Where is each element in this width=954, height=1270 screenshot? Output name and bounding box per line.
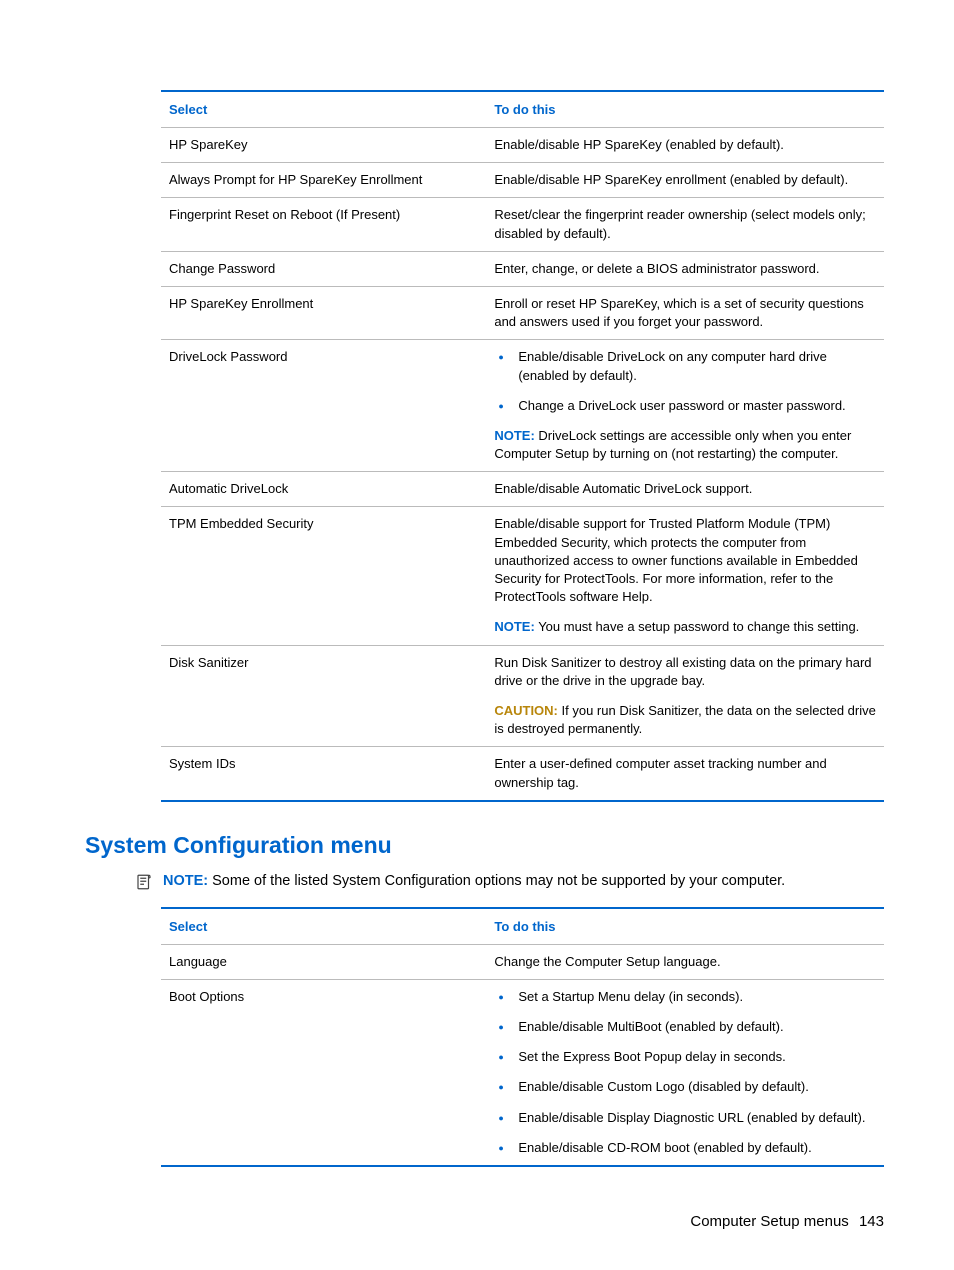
note-label: NOTE: <box>494 428 534 443</box>
cell-action: Enable/disable HP SpareKey enrollment (e… <box>486 163 884 198</box>
note-icon <box>135 873 153 891</box>
table-row: Automatic DriveLock Enable/disable Autom… <box>161 472 884 507</box>
cell-action: Enable/disable support for Trusted Platf… <box>486 507 884 645</box>
table-row: Fingerprint Reset on Reboot (If Present)… <box>161 198 884 251</box>
system-config-table: Select To do this Language Change the Co… <box>161 907 884 1167</box>
cell-action: Enter, change, or delete a BIOS administ… <box>486 251 884 286</box>
cell-select: Change Password <box>161 251 486 286</box>
section-heading: System Configuration menu <box>85 832 884 859</box>
cell-select: TPM Embedded Security <box>161 507 486 645</box>
list-item: Set the Express Boot Popup delay in seco… <box>494 1048 876 1066</box>
table-row: Always Prompt for HP SpareKey Enrollment… <box>161 163 884 198</box>
table-row: DriveLock Password Enable/disable DriveL… <box>161 340 884 472</box>
note-block: NOTE: You must have a setup password to … <box>494 618 876 636</box>
cell-select: Automatic DriveLock <box>161 472 486 507</box>
table-header-row: Select To do this <box>161 908 884 945</box>
cell-select: Always Prompt for HP SpareKey Enrollment <box>161 163 486 198</box>
cell-text: Enable/disable support for Trusted Platf… <box>494 515 876 606</box>
cell-select: HP SpareKey Enrollment <box>161 286 486 339</box>
cell-select: Disk Sanitizer <box>161 645 486 747</box>
note-block: NOTE: DriveLock settings are accessible … <box>494 427 876 463</box>
cell-select: HP SpareKey <box>161 128 486 163</box>
th-action: To do this <box>486 91 884 128</box>
note-text: Some of the listed System Configuration … <box>212 873 785 889</box>
page-footer: Computer Setup menus 143 <box>690 1213 884 1230</box>
note-text: You must have a setup password to change… <box>538 619 859 634</box>
list-item: Enable/disable DriveLock on any computer… <box>494 348 876 384</box>
table-row: Change Password Enter, change, or delete… <box>161 251 884 286</box>
cell-action: Enter a user-defined computer asset trac… <box>486 747 884 801</box>
cell-action: Change the Computer Setup language. <box>486 944 884 979</box>
th-select: Select <box>161 908 486 945</box>
note-text: DriveLock settings are accessible only w… <box>494 428 851 461</box>
cell-select: Language <box>161 944 486 979</box>
list-item: Change a DriveLock user password or mast… <box>494 397 876 415</box>
th-action: To do this <box>486 908 884 945</box>
note-label: NOTE: <box>494 619 534 634</box>
table-row: System IDs Enter a user-defined computer… <box>161 747 884 801</box>
table-row: HP SpareKey Enrollment Enroll or reset H… <box>161 286 884 339</box>
security-menu-table: Select To do this HP SpareKey Enable/dis… <box>161 90 884 802</box>
caution-label: CAUTION: <box>494 703 558 718</box>
table-row: Boot Options Set a Startup Menu delay (i… <box>161 979 884 1166</box>
table-row: Language Change the Computer Setup langu… <box>161 944 884 979</box>
list-item: Enable/disable MultiBoot (enabled by def… <box>494 1018 876 1036</box>
th-select: Select <box>161 91 486 128</box>
cell-select: Boot Options <box>161 979 486 1166</box>
cell-action: Reset/clear the fingerprint reader owner… <box>486 198 884 251</box>
section-note: NOTE: Some of the listed System Configur… <box>135 873 884 891</box>
note-label: NOTE: <box>163 873 208 889</box>
cell-action: Enable/disable DriveLock on any computer… <box>486 340 884 472</box>
cell-select: System IDs <box>161 747 486 801</box>
list-item: Enable/disable CD-ROM boot (enabled by d… <box>494 1139 876 1157</box>
footer-title: Computer Setup menus <box>690 1213 848 1230</box>
cell-action: Enable/disable HP SpareKey (enabled by d… <box>486 128 884 163</box>
cell-text: Run Disk Sanitizer to destroy all existi… <box>494 654 876 690</box>
caution-block: CAUTION: If you run Disk Sanitizer, the … <box>494 702 876 738</box>
bullet-list: Enable/disable DriveLock on any computer… <box>494 348 876 415</box>
table-row: TPM Embedded Security Enable/disable sup… <box>161 507 884 645</box>
cell-action: Run Disk Sanitizer to destroy all existi… <box>486 645 884 747</box>
table-header-row: Select To do this <box>161 91 884 128</box>
cell-action: Enable/disable Automatic DriveLock suppo… <box>486 472 884 507</box>
bullet-list: Set a Startup Menu delay (in seconds). E… <box>494 988 876 1157</box>
table-row: Disk Sanitizer Run Disk Sanitizer to des… <box>161 645 884 747</box>
table-row: HP SpareKey Enable/disable HP SpareKey (… <box>161 128 884 163</box>
cell-action: Set a Startup Menu delay (in seconds). E… <box>486 979 884 1166</box>
cell-action: Enroll or reset HP SpareKey, which is a … <box>486 286 884 339</box>
cell-select: DriveLock Password <box>161 340 486 472</box>
list-item: Set a Startup Menu delay (in seconds). <box>494 988 876 1006</box>
cell-select: Fingerprint Reset on Reboot (If Present) <box>161 198 486 251</box>
list-item: Enable/disable Custom Logo (disabled by … <box>494 1078 876 1096</box>
page-number: 143 <box>859 1213 884 1230</box>
list-item: Enable/disable Display Diagnostic URL (e… <box>494 1109 876 1127</box>
